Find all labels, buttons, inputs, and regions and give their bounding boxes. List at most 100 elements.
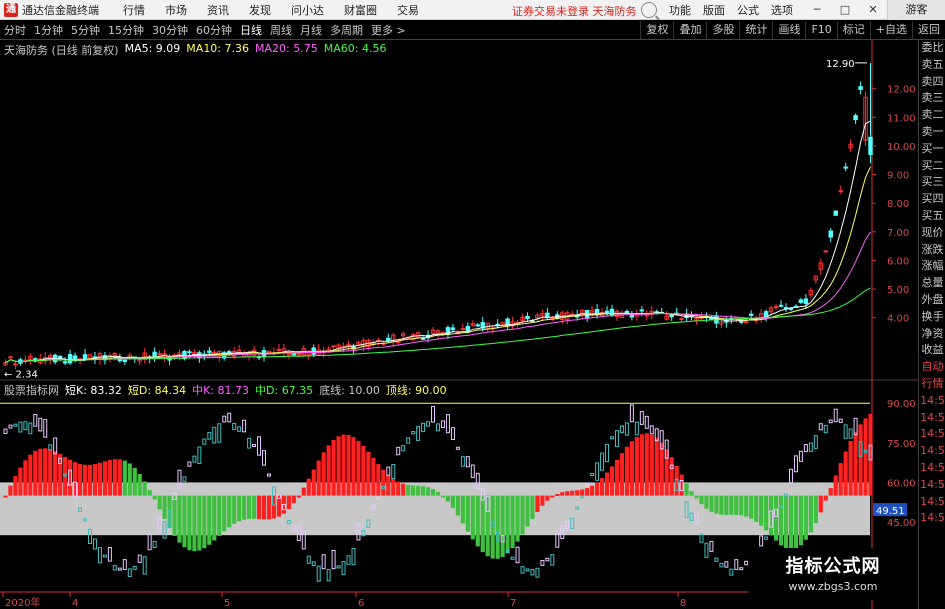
menu-item-layout[interactable]: 版面 [697,2,731,18]
side-item[interactable]: 买三 [919,174,945,191]
side-item[interactable]: 卖五 [919,57,945,74]
candle-body [182,350,187,360]
period-more[interactable]: 更多 > [367,22,410,38]
short-k-mark [23,421,28,431]
guest-button[interactable]: 游客 [887,0,945,20]
side-item[interactable]: 14:5 [919,477,945,494]
period-30min[interactable]: 30分钟 [148,22,192,38]
side-item[interactable]: 自动 [919,359,945,376]
stats-button[interactable]: 统计 [739,21,772,39]
indicator-bar [714,495,719,514]
candle-body [629,314,635,318]
stock-chart[interactable]: 12.90 ← 2.34 12.00 11.00 10.00 9.00 8.00 7.00 6.… [0,40,918,609]
short-k-mark [257,436,262,456]
side-item[interactable]: 委比 [919,40,945,57]
indicator-tick-label: 45.00 [887,518,916,529]
menu-item-market[interactable]: 市场 [155,2,197,18]
indicator-bar [381,469,386,496]
side-item[interactable]: 14:5 [919,460,945,477]
indicator-bar [709,495,714,512]
menu-item-options[interactable]: 选项 [765,2,799,18]
date-tick-label: 7 [510,598,516,609]
indicator-bar [232,495,237,524]
period-intraday[interactable]: 分时 [0,22,30,38]
watermark-title: 指标公式网 [785,556,881,577]
close-icon[interactable]: ✕ [859,0,887,20]
side-item[interactable]: 涨跌 [919,242,945,259]
draw-line-button[interactable]: 画线 [772,21,805,39]
side-item[interactable]: 涨幅 [919,258,945,275]
indicator-bar [87,464,93,496]
indicator-bar [863,418,868,496]
side-item[interactable]: 卖二 [919,107,945,124]
period-15min[interactable]: 15分钟 [104,22,148,38]
short-k-mark [704,542,709,558]
maximize-icon[interactable]: □ [831,0,859,20]
side-item[interactable]: 现价 [919,225,945,242]
candle-body [803,298,809,304]
indicator-bar [818,495,823,513]
candle-body [62,361,68,364]
add-watchlist-button[interactable]: +自选 [869,21,912,39]
indicator-bar [778,495,784,546]
back-button[interactable]: 返回 [912,21,945,39]
price-tick-label: 11.00 [887,113,916,124]
menu-item-wealth[interactable]: 财富圈 [334,2,387,18]
adjust-button[interactable]: 复权 [640,21,673,39]
overlay-button[interactable]: 叠加 [673,21,706,39]
f10-button[interactable]: F10 [805,21,836,39]
short-k-mark [321,554,326,570]
side-item[interactable]: 卖一 [919,124,945,141]
side-item[interactable]: 换手 [919,309,945,326]
side-item[interactable]: 14:5 [919,393,945,410]
side-item[interactable]: 14:5 [919,426,945,443]
side-item[interactable]: 14:5 [919,443,945,460]
minimize-icon[interactable]: ─ [803,0,831,20]
side-item[interactable]: 买一 [919,141,945,158]
period-60min[interactable]: 60分钟 [192,22,236,38]
short-k-mark [421,422,426,433]
candle-body [748,313,754,316]
search-icon[interactable] [641,2,657,18]
period-multi[interactable]: 多周期 [326,22,367,38]
side-item[interactable]: 收益 [919,342,945,359]
period-1min[interactable]: 1分钟 [30,22,67,38]
side-item[interactable]: 卖四 [919,74,945,91]
menu-item-discover[interactable]: 发现 [239,2,281,18]
multi-stock-button[interactable]: 多股 [706,21,739,39]
period-weekly[interactable]: 周线 [266,22,296,38]
candle-body [8,356,13,359]
menu-item-formula[interactable]: 公式 [731,2,765,18]
indicator-bar [202,495,207,549]
short-k-mark [18,421,23,433]
side-item[interactable]: 卖三 [919,90,945,107]
side-item[interactable]: 14:5 [919,510,945,527]
side-item[interactable]: 14:5 [919,494,945,511]
menu-item-news[interactable]: 资讯 [197,2,239,18]
side-item[interactable]: 买二 [919,158,945,175]
menu-item-trade[interactable]: 交易 [387,2,429,18]
short-k-mark [445,414,450,434]
mark-button[interactable]: 标记 [836,21,870,39]
side-item[interactable]: 净资 [919,326,945,343]
indicator-bar [535,495,540,512]
candle-body [475,324,481,327]
side-item[interactable]: 买五 [919,208,945,225]
indicator-bar [212,495,217,541]
side-item[interactable]: 总量 [919,275,945,292]
period-monthly[interactable]: 月线 [296,22,326,38]
side-item[interactable]: 外盘 [919,292,945,309]
indicator-bar [53,451,58,496]
menu-item-quote[interactable]: 行情 [113,2,155,18]
side-item[interactable]: 14:5 [919,410,945,427]
price-tick-label: 12.00 [887,85,916,96]
period-daily[interactable]: 日线 [236,22,266,38]
short-k-mark [237,426,242,432]
indicator-bar [112,459,117,496]
side-item[interactable]: 行情 [919,376,945,393]
indicator-bar [157,495,162,510]
menu-item-ask[interactable]: 问小达 [281,2,334,18]
period-5min[interactable]: 5分钟 [67,22,104,38]
menu-item-function[interactable]: 功能 [663,2,697,18]
side-item[interactable]: 买四 [919,191,945,208]
